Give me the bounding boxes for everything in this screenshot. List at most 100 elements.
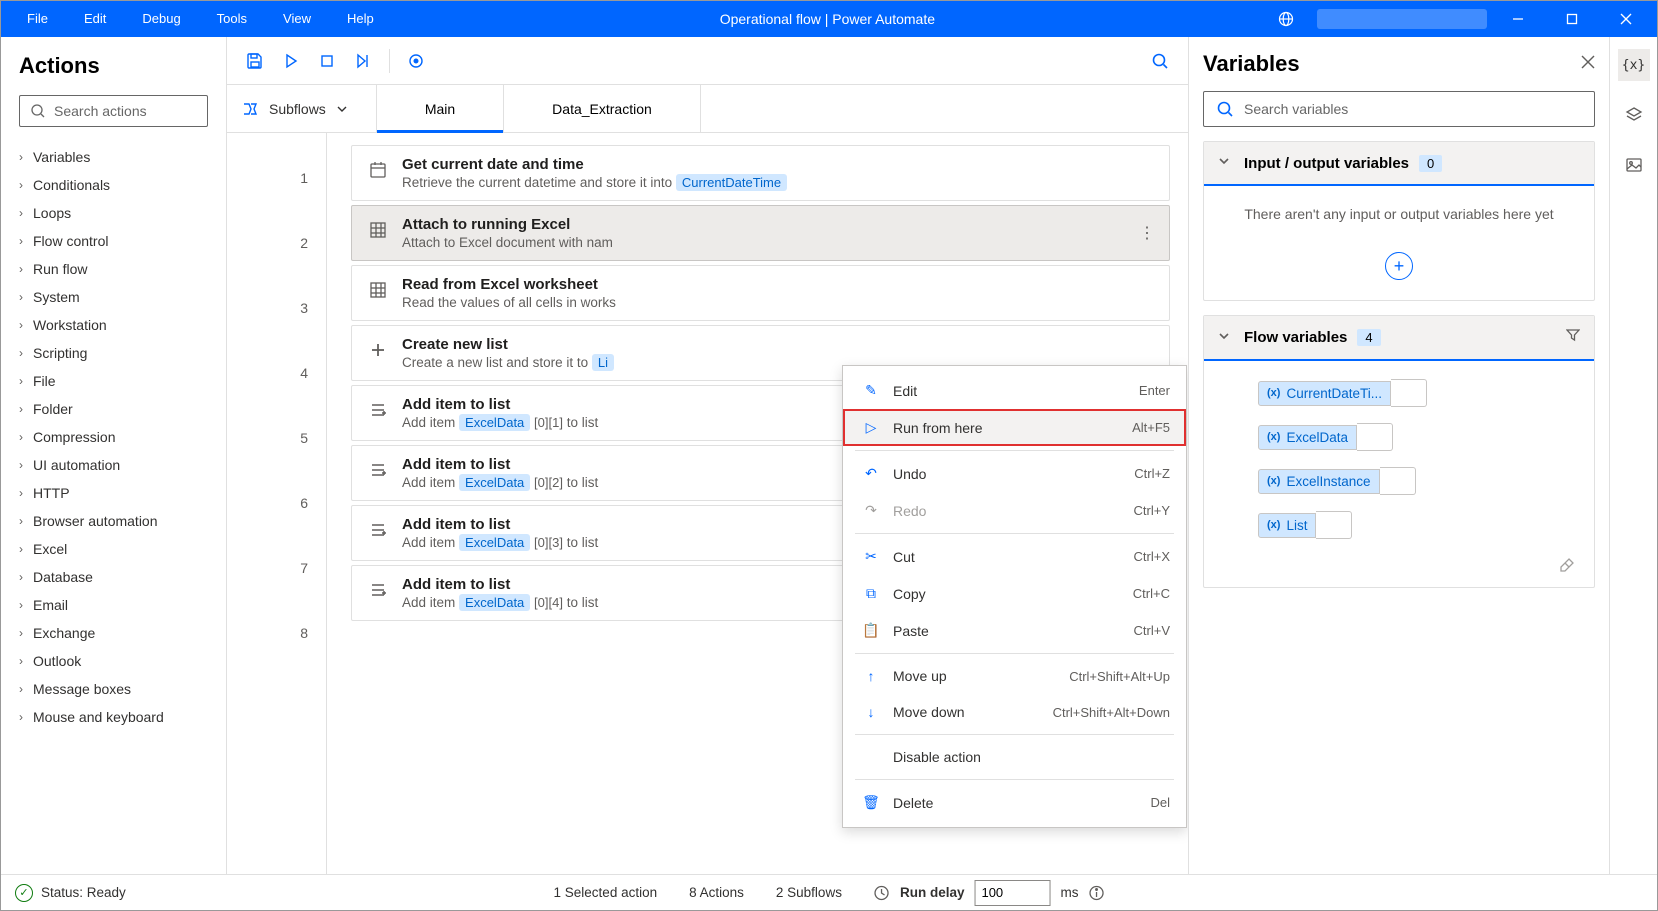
context-paste[interactable]: 📋PasteCtrl+V bbox=[843, 612, 1186, 649]
action-category[interactable]: ›Message boxes bbox=[9, 675, 218, 703]
action-category[interactable]: ›Flow control bbox=[9, 227, 218, 255]
search-actions-input[interactable]: Search actions bbox=[19, 95, 208, 127]
variable-chip[interactable]: (x)List bbox=[1244, 503, 1594, 547]
play-icon: ▷ bbox=[859, 419, 883, 436]
action-category[interactable]: ›Email bbox=[9, 591, 218, 619]
globe-icon[interactable] bbox=[1263, 1, 1309, 37]
step-description: Read the values of all cells in works bbox=[402, 295, 1155, 310]
search-flow-button[interactable] bbox=[1142, 43, 1178, 79]
context-move-down[interactable]: ↓Move downCtrl+Shift+Alt+Down bbox=[843, 694, 1186, 730]
stop-button[interactable] bbox=[309, 43, 345, 79]
run-delay-label: Run delay bbox=[900, 885, 965, 900]
menu-view[interactable]: View bbox=[265, 1, 329, 37]
action-category[interactable]: ›File bbox=[9, 367, 218, 395]
step-title: Create new list bbox=[402, 336, 1155, 353]
action-category[interactable]: ›Compression bbox=[9, 423, 218, 451]
up-icon: ↑ bbox=[859, 668, 883, 684]
eraser-icon[interactable] bbox=[1558, 556, 1576, 579]
images-rail-button[interactable] bbox=[1618, 149, 1650, 181]
context-redo: ↷RedoCtrl+Y bbox=[843, 492, 1186, 529]
actions-panel: Actions Search actions ›Variables›Condit… bbox=[1, 37, 227, 874]
variable-chip[interactable]: (x)ExcelData bbox=[1244, 415, 1594, 459]
chevron-right-icon: › bbox=[19, 654, 23, 668]
run-button[interactable] bbox=[273, 43, 309, 79]
step-button[interactable] bbox=[345, 43, 381, 79]
action-category[interactable]: ›UI automation bbox=[9, 451, 218, 479]
add-variable-button[interactable]: + bbox=[1385, 252, 1413, 280]
statusbar: ✓ Status: Ready 1 Selected action 8 Acti… bbox=[1, 874, 1657, 910]
action-category[interactable]: ›Database bbox=[9, 563, 218, 591]
chevron-right-icon: › bbox=[19, 458, 23, 472]
variables-rail-button[interactable]: {x} bbox=[1618, 49, 1650, 81]
filter-icon[interactable] bbox=[1566, 328, 1580, 347]
context-cut[interactable]: ✂CutCtrl+X bbox=[843, 538, 1186, 575]
record-button[interactable] bbox=[398, 43, 434, 79]
line-number: 7 bbox=[227, 535, 326, 600]
maximize-button[interactable] bbox=[1549, 1, 1595, 37]
actions-count: 8 Actions bbox=[689, 885, 744, 900]
action-category[interactable]: ›Conditionals bbox=[9, 171, 218, 199]
context-undo[interactable]: ↶UndoCtrl+Z bbox=[843, 455, 1186, 492]
action-category[interactable]: ›Scripting bbox=[9, 339, 218, 367]
flow-variables-header[interactable]: Flow variables 4 bbox=[1204, 316, 1594, 361]
chevron-right-icon: › bbox=[19, 486, 23, 500]
action-category[interactable]: ›Mouse and keyboard bbox=[9, 703, 218, 731]
flow-variables-section: Flow variables 4 (x)CurrentDateTi...(x)E… bbox=[1203, 315, 1595, 588]
menu-debug[interactable]: Debug bbox=[124, 1, 198, 37]
action-category[interactable]: ›Workstation bbox=[9, 311, 218, 339]
run-delay-input[interactable] bbox=[974, 880, 1050, 906]
separator bbox=[855, 450, 1174, 451]
context-disable-action[interactable]: Disable action bbox=[843, 739, 1186, 775]
line-number: 8 bbox=[227, 600, 326, 665]
tab-data-extraction[interactable]: Data_Extraction bbox=[504, 85, 701, 132]
chevron-right-icon: › bbox=[19, 234, 23, 248]
minimize-button[interactable] bbox=[1495, 1, 1541, 37]
menu-tools[interactable]: Tools bbox=[199, 1, 265, 37]
action-category[interactable]: ›Excel bbox=[9, 535, 218, 563]
chevron-right-icon: › bbox=[19, 178, 23, 192]
layers-rail-button[interactable] bbox=[1618, 99, 1650, 131]
clock-icon bbox=[874, 885, 890, 901]
copy-icon: ⧉ bbox=[859, 585, 883, 602]
io-variables-header[interactable]: Input / output variables 0 bbox=[1204, 142, 1594, 186]
chevron-right-icon: › bbox=[19, 150, 23, 164]
info-icon[interactable] bbox=[1088, 885, 1104, 901]
close-button[interactable] bbox=[1603, 1, 1649, 37]
action-category[interactable]: ›Run flow bbox=[9, 255, 218, 283]
action-category[interactable]: ›HTTP bbox=[9, 479, 218, 507]
menu-help[interactable]: Help bbox=[329, 1, 392, 37]
context-run-from-here[interactable]: ▷Run from hereAlt+F5 bbox=[843, 409, 1186, 446]
context-move-up[interactable]: ↑Move upCtrl+Shift+Alt+Up bbox=[843, 658, 1186, 694]
flow-step[interactable]: Attach to running ExcelAttach to Excel d… bbox=[351, 205, 1170, 261]
menu-file[interactable]: File bbox=[9, 1, 66, 37]
more-icon[interactable]: ⋮ bbox=[1139, 223, 1155, 243]
action-category[interactable]: ›Variables bbox=[9, 143, 218, 171]
redo-icon: ↷ bbox=[859, 502, 883, 519]
line-number: 3 bbox=[227, 275, 326, 340]
search-variables-input[interactable]: Search variables bbox=[1203, 91, 1595, 127]
action-category[interactable]: ›Browser automation bbox=[9, 507, 218, 535]
line-number: 6 bbox=[227, 470, 326, 535]
tab-main[interactable]: Main bbox=[377, 85, 504, 132]
menu-edit[interactable]: Edit bbox=[66, 1, 124, 37]
variable-chip[interactable]: (x)CurrentDateTi... bbox=[1244, 371, 1594, 415]
step-icon bbox=[366, 398, 390, 422]
action-category[interactable]: ›Exchange bbox=[9, 619, 218, 647]
context-copy[interactable]: ⧉CopyCtrl+C bbox=[843, 575, 1186, 612]
context-delete[interactable]: 🗑DeleteDel bbox=[843, 784, 1186, 821]
action-category[interactable]: ›Folder bbox=[9, 395, 218, 423]
action-category[interactable]: ›System bbox=[9, 283, 218, 311]
variable-chip[interactable]: (x)ExcelInstance bbox=[1244, 459, 1594, 503]
save-button[interactable] bbox=[237, 43, 273, 79]
chevron-right-icon: › bbox=[19, 206, 23, 220]
flow-step[interactable]: Get current date and timeRetrieve the cu… bbox=[351, 145, 1170, 201]
action-category[interactable]: ›Loops bbox=[9, 199, 218, 227]
cut-icon: ✂ bbox=[859, 548, 883, 565]
flow-step[interactable]: Read from Excel worksheetRead the values… bbox=[351, 265, 1170, 321]
action-category[interactable]: ›Outlook bbox=[9, 647, 218, 675]
context-menu: ✎EditEnter▷Run from hereAlt+F5 ↶UndoCtrl+… bbox=[842, 365, 1187, 828]
close-variables-button[interactable] bbox=[1581, 55, 1595, 74]
subflows-dropdown[interactable]: Subflows bbox=[227, 85, 377, 132]
chevron-down-icon bbox=[336, 103, 348, 115]
context-edit[interactable]: ✎EditEnter bbox=[843, 372, 1186, 409]
